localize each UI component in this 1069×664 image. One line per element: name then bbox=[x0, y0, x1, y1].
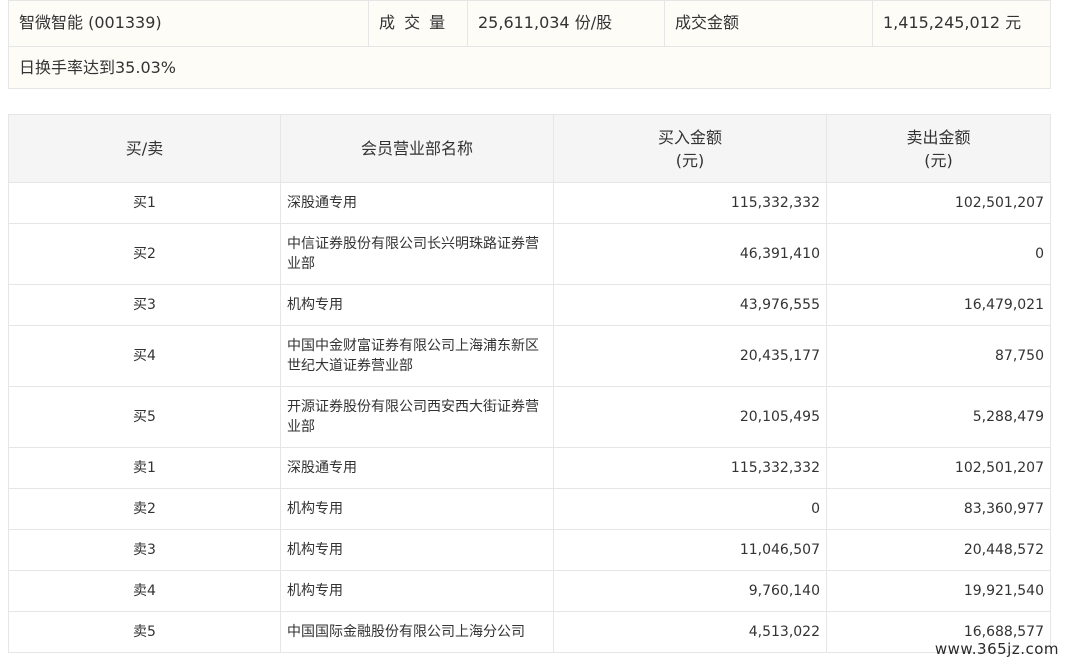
row-sell-amount: 83,360,977 bbox=[826, 488, 1051, 530]
row-side: 买1 bbox=[8, 182, 281, 224]
table-row: 买4 中国中金财富证券有限公司上海浦东新区世纪大道证券营业部 20,435,17… bbox=[8, 325, 1051, 387]
volume-label: 成 交 量 bbox=[369, 1, 468, 46]
table-row: 卖5 中国国际金融股份有限公司上海分公司 4,513,022 16,688,57… bbox=[8, 611, 1051, 653]
header-sell-label: 卖出金额 bbox=[906, 127, 971, 147]
row-side: 买2 bbox=[8, 223, 281, 285]
row-member-name: 中国国际金融股份有限公司上海分公司 bbox=[280, 611, 554, 653]
row-sell-amount: 102,501,207 bbox=[826, 182, 1051, 224]
row-sell-amount: 102,501,207 bbox=[826, 447, 1051, 489]
row-buy-amount: 46,391,410 bbox=[553, 223, 827, 285]
table-row: 卖1 深股通专用 115,332,332 102,501,207 bbox=[8, 447, 1051, 489]
row-sell-amount: 5,288,479 bbox=[826, 386, 1051, 448]
table-row: 买3 机构专用 43,976,555 16,479,021 bbox=[8, 284, 1051, 326]
row-side: 卖3 bbox=[8, 529, 281, 571]
row-buy-amount: 43,976,555 bbox=[553, 284, 827, 326]
table-row: 卖3 机构专用 11,046,507 20,448,572 bbox=[8, 529, 1051, 571]
row-buy-amount: 4,513,022 bbox=[553, 611, 827, 653]
row-buy-amount: 11,046,507 bbox=[553, 529, 827, 571]
row-member-name: 开源证券股份有限公司西安西大街证券营业部 bbox=[280, 386, 554, 448]
table-header-row: 买/卖 会员营业部名称 买入金额 (元) 卖出金额 (元) bbox=[8, 114, 1051, 183]
table-row: 卖4 机构专用 9,760,140 19,921,540 bbox=[8, 570, 1051, 612]
summary-row: 智微智能 (001339) 成 交 量 25,611,034 份/股 成交金额 … bbox=[9, 1, 1050, 47]
row-side: 买4 bbox=[8, 325, 281, 387]
amount-value: 1,415,245,012 元 bbox=[883, 13, 1022, 32]
trading-seats-table: 买/卖 会员营业部名称 买入金额 (元) 卖出金额 (元) 买1 深股通专用 1… bbox=[8, 114, 1051, 653]
row-buy-amount: 20,435,177 bbox=[553, 325, 827, 387]
table-row: 买5 开源证券股份有限公司西安西大街证券营业部 20,105,495 5,288… bbox=[8, 386, 1051, 448]
row-buy-amount: 115,332,332 bbox=[553, 447, 827, 489]
row-member-name: 机构专用 bbox=[280, 529, 554, 571]
row-sell-amount: 16,479,021 bbox=[826, 284, 1051, 326]
row-side: 买5 bbox=[8, 386, 281, 448]
table-row: 买2 中信证券股份有限公司长兴明珠路证券营业部 46,391,410 0 bbox=[8, 223, 1051, 285]
row-side: 卖4 bbox=[8, 570, 281, 612]
row-side: 卖5 bbox=[8, 611, 281, 653]
row-member-name: 机构专用 bbox=[280, 284, 554, 326]
row-member-name: 深股通专用 bbox=[280, 447, 554, 489]
header-buy-amount: 买入金额 (元) bbox=[553, 114, 827, 183]
row-member-name: 机构专用 bbox=[280, 570, 554, 612]
row-member-name: 中国中金财富证券有限公司上海浦东新区世纪大道证券营业部 bbox=[280, 325, 554, 387]
row-side: 卖1 bbox=[8, 447, 281, 489]
header-side: 买/卖 bbox=[8, 114, 281, 183]
row-member-name: 深股通专用 bbox=[280, 182, 554, 224]
turnover-note: 日换手率达到35.03% bbox=[19, 58, 177, 77]
row-buy-amount: 20,105,495 bbox=[553, 386, 827, 448]
row-buy-amount: 0 bbox=[553, 488, 827, 530]
row-sell-amount: 87,750 bbox=[826, 325, 1051, 387]
row-buy-amount: 9,760,140 bbox=[553, 570, 827, 612]
header-sell-unit: (元) bbox=[924, 150, 953, 170]
header-buy-label: 买入金额 bbox=[657, 127, 722, 147]
stock-name: 智微智能 (001339) bbox=[9, 1, 369, 46]
stock-summary: 智微智能 (001339) 成 交 量 25,611,034 份/股 成交金额 … bbox=[8, 0, 1051, 89]
row-buy-amount: 115,332,332 bbox=[553, 182, 827, 224]
row-member-name: 机构专用 bbox=[280, 488, 554, 530]
table-row: 卖2 机构专用 0 83,360,977 bbox=[8, 488, 1051, 530]
header-sell-amount: 卖出金额 (元) bbox=[826, 114, 1051, 183]
site-watermark: www.365jz.com bbox=[934, 640, 1059, 658]
row-sell-amount: 0 bbox=[826, 223, 1051, 285]
row-sell-amount: 20,448,572 bbox=[826, 529, 1051, 571]
header-buy-unit: (元) bbox=[675, 150, 705, 170]
row-side: 卖2 bbox=[8, 488, 281, 530]
row-sell-amount: 19,921,540 bbox=[826, 570, 1051, 612]
table-row: 买1 深股通专用 115,332,332 102,501,207 bbox=[8, 182, 1051, 224]
row-member-name: 中信证券股份有限公司长兴明珠路证券营业部 bbox=[280, 223, 554, 285]
header-member-name: 会员营业部名称 bbox=[280, 114, 554, 183]
amount-label: 成交金额 bbox=[665, 1, 873, 46]
volume-value: 25,611,034 份/股 bbox=[468, 1, 665, 46]
row-side: 买3 bbox=[8, 284, 281, 326]
